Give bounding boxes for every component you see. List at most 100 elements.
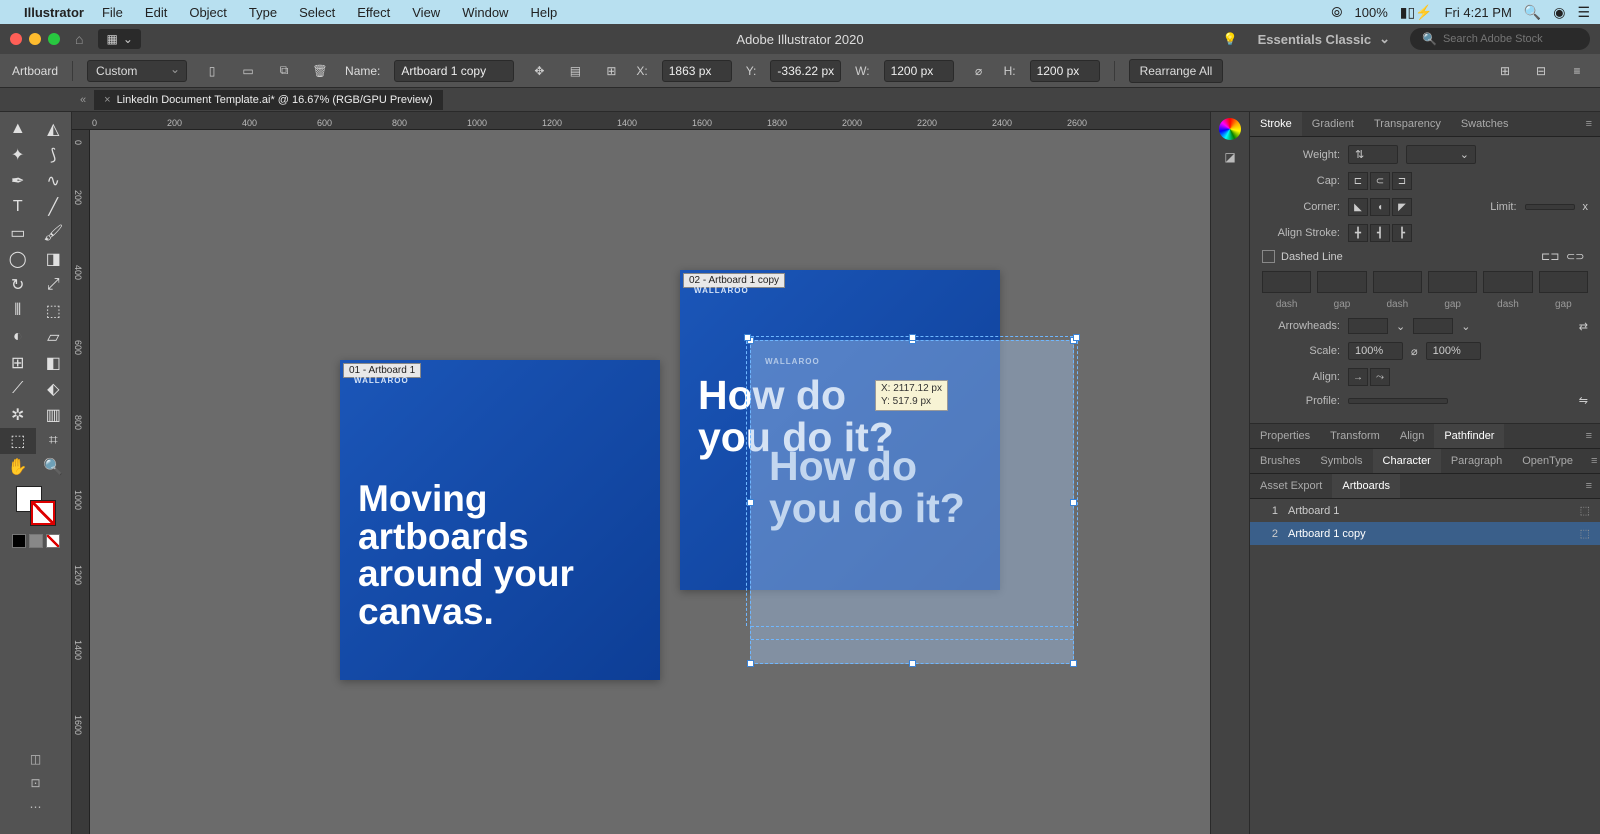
dash-3-input[interactable] xyxy=(1483,271,1532,293)
expand-tabs-icon[interactable]: « xyxy=(80,94,86,106)
pen-tool[interactable]: ✒ xyxy=(0,168,36,194)
mesh-tool[interactable]: ⊞ xyxy=(0,350,36,376)
workspace-switcher[interactable]: Essentials Classic⌄ xyxy=(1258,31,1390,47)
perspective-tool[interactable]: ▱ xyxy=(36,324,72,350)
color-guide-icon[interactable]: ◪ xyxy=(1224,150,1235,164)
minimize-window[interactable] xyxy=(29,33,41,45)
maximize-window[interactable] xyxy=(48,33,60,45)
siri-icon[interactable]: ◉ xyxy=(1553,4,1565,21)
menu-help[interactable]: Help xyxy=(530,5,557,20)
none-mode-icon[interactable] xyxy=(46,534,60,548)
cap-round-icon[interactable]: ⊂ xyxy=(1370,172,1390,190)
move-with-artboard-icon[interactable]: ✥ xyxy=(528,60,550,82)
document-tab[interactable]: × LinkedIn Document Template.ai* @ 16.67… xyxy=(94,90,442,110)
column-graph-tool[interactable]: ▥ xyxy=(36,402,72,428)
artboard-options-icon[interactable]: ⬚ xyxy=(1580,527,1590,540)
new-artboard-icon[interactable]: ⧉ xyxy=(273,60,295,82)
spotlight-icon[interactable]: 🔍 xyxy=(1524,4,1541,21)
flip-profile-icon[interactable]: ⇋ xyxy=(1579,394,1588,407)
tab-opentype[interactable]: OpenType xyxy=(1512,449,1583,473)
color-panel-icon[interactable] xyxy=(1219,118,1241,140)
draw-mode-icon[interactable]: ◫ xyxy=(30,752,41,766)
curvature-tool[interactable]: ∿ xyxy=(36,168,72,194)
dashed-checkbox[interactable] xyxy=(1262,250,1275,263)
rearrange-all-button[interactable]: Rearrange All xyxy=(1129,59,1224,83)
tab-paragraph[interactable]: Paragraph xyxy=(1441,449,1512,473)
align-center-icon[interactable]: ╋ xyxy=(1348,224,1368,242)
menu-object[interactable]: Object xyxy=(189,5,227,20)
menu-type[interactable]: Type xyxy=(249,5,277,20)
tab-brushes[interactable]: Brushes xyxy=(1250,449,1310,473)
menu-view[interactable]: View xyxy=(412,5,440,20)
direct-selection-tool[interactable]: ◭ xyxy=(36,116,72,142)
menu-window[interactable]: Window xyxy=(462,5,508,20)
swap-arrowheads-icon[interactable]: ⇄ xyxy=(1579,320,1588,333)
symbol-sprayer-tool[interactable]: ✲ xyxy=(0,402,36,428)
arrowhead-start-dropdown[interactable] xyxy=(1348,318,1388,334)
reference-point-icon[interactable]: ⊞ xyxy=(600,60,622,82)
dash-align-corners-icon[interactable]: ⊂⊃ xyxy=(1566,250,1588,263)
screen-mode-icon[interactable]: ⊡ xyxy=(30,776,40,790)
slice-tool[interactable]: ⌗ xyxy=(36,428,72,454)
y-value-input[interactable]: -336.22 px xyxy=(770,60,841,82)
dash-1-input[interactable] xyxy=(1262,271,1311,293)
eyedropper-tool[interactable]: ⟋ xyxy=(0,376,36,402)
artboard-list-row[interactable]: 1 Artboard 1 ⬚ xyxy=(1250,499,1600,522)
tab-character[interactable]: Character xyxy=(1373,449,1441,473)
tab-pathfinder[interactable]: Pathfinder xyxy=(1434,424,1504,448)
tab-symbols[interactable]: Symbols xyxy=(1310,449,1372,473)
arrow-align-tip-icon[interactable]: → xyxy=(1348,368,1368,386)
menu-file[interactable]: File xyxy=(102,5,123,20)
stroke-swatch[interactable] xyxy=(30,500,56,526)
home-button[interactable]: ⌂ xyxy=(75,31,83,47)
artboard-1[interactable]: 01 - Artboard 1 WALLAROO Moving artboard… xyxy=(340,360,660,680)
artboard-list-row[interactable]: 2 Artboard 1 copy ⬚ xyxy=(1250,522,1600,545)
menu-select[interactable]: Select xyxy=(299,5,335,20)
arrow-align-path-icon[interactable]: ⤳ xyxy=(1370,368,1390,386)
zoom-tool[interactable]: 🔍 xyxy=(36,454,72,480)
paintbrush-tool[interactable]: 🖌 xyxy=(36,220,72,246)
controlbar-menu-icon[interactable]: ≡ xyxy=(1566,60,1588,82)
delete-artboard-icon[interactable]: 🗑 xyxy=(309,60,331,82)
free-transform-tool[interactable]: ⬚ xyxy=(36,298,72,324)
link-wh-icon[interactable]: ⌀ xyxy=(968,60,990,82)
width-tool[interactable]: ⫴ xyxy=(0,298,36,324)
control-center-icon[interactable]: ☰ xyxy=(1577,4,1590,21)
panel-menu-icon-3[interactable]: ≡ xyxy=(1583,451,1600,471)
align-inside-icon[interactable]: ┫ xyxy=(1370,224,1390,242)
search-stock-input[interactable] xyxy=(1443,33,1585,45)
menu-effect[interactable]: Effect xyxy=(357,5,390,20)
corner-miter-icon[interactable]: ◣ xyxy=(1348,198,1368,216)
expand-panels-icon[interactable]: ⊟ xyxy=(1530,60,1552,82)
corner-round-icon[interactable]: ◖ xyxy=(1370,198,1390,216)
dash-align-preserve-icon[interactable]: ⊏⊐ xyxy=(1541,250,1563,263)
lightbulb-icon[interactable]: 💡 xyxy=(1223,32,1238,46)
tab-transparency[interactable]: Transparency xyxy=(1364,112,1451,136)
panel-menu-icon-2[interactable]: ≡ xyxy=(1578,426,1600,446)
rectangle-tool[interactable]: ▭ xyxy=(0,220,36,246)
scale-start-input[interactable]: 100% xyxy=(1348,342,1403,360)
tab-swatches[interactable]: Swatches xyxy=(1451,112,1519,136)
hand-tool[interactable]: ✋ xyxy=(0,454,36,480)
link-scale-icon[interactable]: ⌀ xyxy=(1411,345,1418,358)
scale-end-input[interactable]: 100% xyxy=(1426,342,1481,360)
profile-dropdown[interactable] xyxy=(1348,398,1448,404)
orientation-portrait-icon[interactable]: ▯ xyxy=(201,60,223,82)
artboard-preset-dropdown[interactable]: Custom xyxy=(87,60,187,82)
cap-projecting-icon[interactable]: ⊐ xyxy=(1392,172,1412,190)
gradient-tool[interactable]: ◧ xyxy=(36,350,72,376)
magic-wand-tool[interactable]: ✦ xyxy=(0,142,36,168)
orientation-landscape-icon[interactable]: ▭ xyxy=(237,60,259,82)
x-value-input[interactable]: 1863 px xyxy=(662,60,732,82)
arrange-documents-button[interactable]: ▦⌄ xyxy=(98,29,140,49)
eraser-tool[interactable]: ◨ xyxy=(36,246,72,272)
weight-dropdown[interactable]: ⌄ xyxy=(1406,145,1476,164)
rotate-tool[interactable]: ↻ xyxy=(0,272,36,298)
blend-tool[interactable]: ⬖ xyxy=(36,376,72,402)
tab-asset-export[interactable]: Asset Export xyxy=(1250,474,1332,498)
align-outside-icon[interactable]: ┣ xyxy=(1392,224,1412,242)
dash-2-input[interactable] xyxy=(1373,271,1422,293)
gap-1-input[interactable] xyxy=(1317,271,1366,293)
wifi-icon[interactable]: ⦾ xyxy=(1331,4,1342,21)
tab-align[interactable]: Align xyxy=(1390,424,1434,448)
